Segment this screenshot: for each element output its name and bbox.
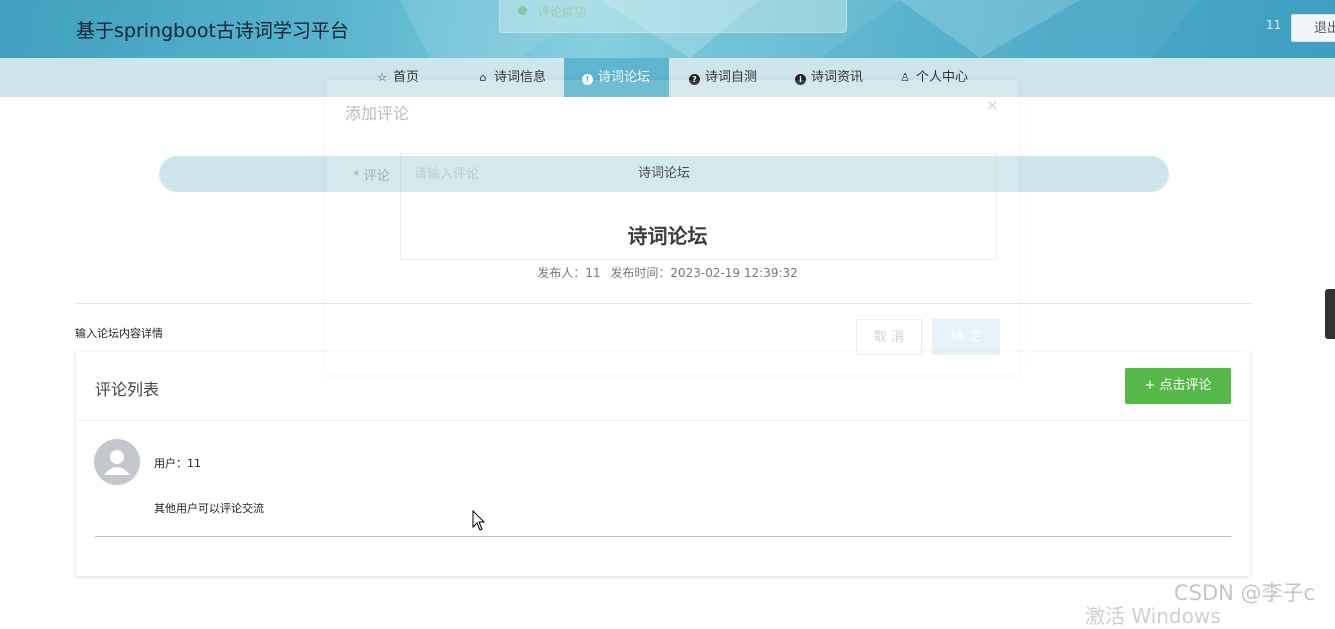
site-title: 基于springboot古诗词学习平台 [76, 20, 349, 42]
logout-button[interactable]: 退出 [1291, 14, 1335, 42]
comment-divider [95, 536, 1231, 537]
add-comment-modal: 添加评论 × * 评论 请输入评论 取 消 确 定 [327, 80, 1018, 374]
success-toast: 评论成功 [499, 0, 847, 33]
modal-title: 添加评论 [345, 104, 410, 123]
close-icon[interactable]: × [986, 96, 999, 114]
comment-user: 用户：11 [154, 457, 201, 470]
comment-field-label: * 评论 [353, 169, 390, 184]
success-icon [518, 6, 527, 15]
comment-placeholder: 请输入评论 [414, 167, 480, 182]
user-avatar-icon [104, 450, 130, 475]
os-watermark: 激活 Windows [1085, 604, 1221, 628]
toast-message: 评论成功 [538, 5, 587, 19]
mouse-cursor-icon [472, 510, 486, 531]
avatar [94, 439, 140, 485]
add-comment-button[interactable]: + 点击评论 [1125, 368, 1231, 404]
side-tab[interactable] [1325, 289, 1335, 339]
post-content: 输入论坛内容详情 [75, 327, 163, 340]
confirm-button[interactable]: 确 定 [932, 319, 1000, 355]
comment-textarea[interactable]: 请输入评论 [400, 153, 997, 260]
comment-panel-title: 评论列表 [95, 380, 160, 399]
comment-text: 其他用户可以评论交流 [154, 502, 264, 515]
cancel-button[interactable]: 取 消 [856, 319, 922, 355]
comment-panel: 评论列表 + 点击评论 用户：11 其他用户可以评论交流 [76, 352, 1250, 576]
current-user-name[interactable]: 11 [1266, 18, 1281, 32]
